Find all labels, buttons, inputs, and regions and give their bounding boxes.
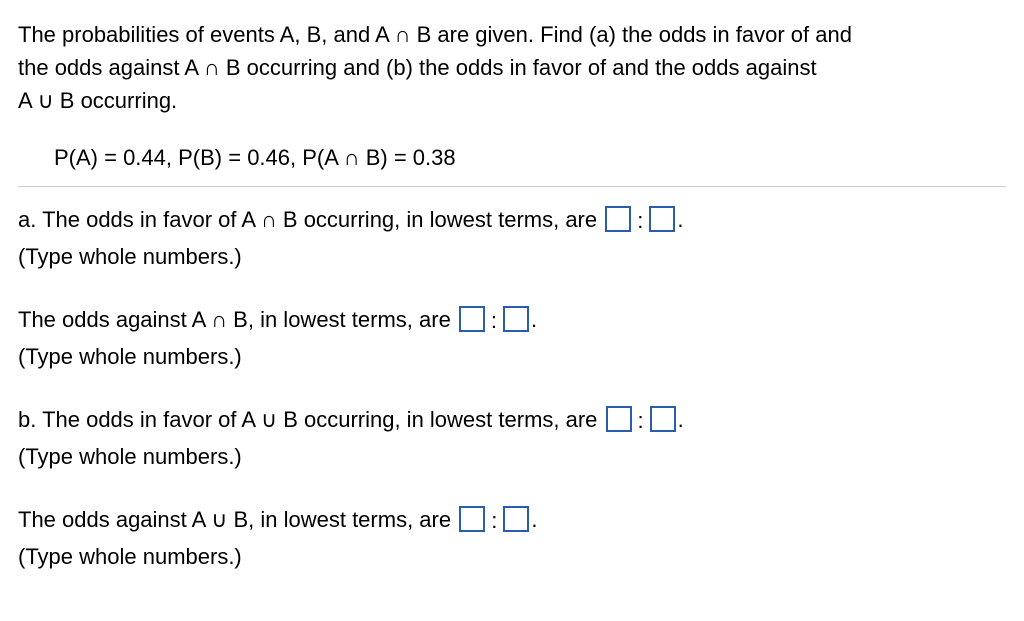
hint-b2: (Type whole numbers.) — [18, 544, 242, 569]
question-a2-text: The odds against A ∩ B, in lowest terms,… — [18, 307, 457, 332]
question-b1-text: b. The odds in favor of A ∪ B occurring,… — [18, 407, 604, 432]
answer-input-a2-right[interactable] — [503, 306, 529, 332]
problem-line-3: A ∪ B occurring. — [18, 84, 1006, 117]
question-b2: The odds against A ∪ B, in lowest terms,… — [18, 501, 1006, 573]
question-b1: b. The odds in favor of A ∪ B occurring,… — [18, 401, 1006, 473]
answer-input-a2-left[interactable] — [459, 306, 485, 332]
question-a1-after: . — [677, 207, 683, 232]
answer-input-b2-right[interactable] — [503, 506, 529, 532]
hint-b1: (Type whole numbers.) — [18, 444, 242, 469]
question-b2-after: . — [531, 507, 537, 532]
hint-a2: (Type whole numbers.) — [18, 344, 242, 369]
colon: : — [491, 302, 497, 339]
given-values: P(A) = 0.44, P(B) = 0.46, P(A ∩ B) = 0.3… — [18, 141, 1006, 174]
answer-input-a1-right[interactable] — [649, 206, 675, 232]
question-b2-text: The odds against A ∪ B, in lowest terms,… — [18, 507, 457, 532]
problem-line-2: the odds against A ∩ B occurring and (b)… — [18, 51, 1006, 84]
question-a1-text: a. The odds in favor of A ∩ B occurring,… — [18, 207, 603, 232]
hint-a1: (Type whole numbers.) — [18, 244, 242, 269]
problem-line-1: The probabilities of events A, B, and A … — [18, 18, 1006, 51]
colon: : — [637, 202, 643, 239]
question-a1: a. The odds in favor of A ∩ B occurring,… — [18, 201, 1006, 273]
problem-statement: The probabilities of events A, B, and A … — [18, 18, 1006, 117]
answer-input-a1-left[interactable] — [605, 206, 631, 232]
divider — [18, 186, 1006, 187]
colon: : — [491, 502, 497, 539]
question-b1-after: . — [678, 407, 684, 432]
question-a2: The odds against A ∩ B, in lowest terms,… — [18, 301, 1006, 373]
question-a2-after: . — [531, 307, 537, 332]
answer-input-b1-right[interactable] — [650, 406, 676, 432]
colon: : — [638, 402, 644, 439]
answer-input-b2-left[interactable] — [459, 506, 485, 532]
answer-input-b1-left[interactable] — [606, 406, 632, 432]
